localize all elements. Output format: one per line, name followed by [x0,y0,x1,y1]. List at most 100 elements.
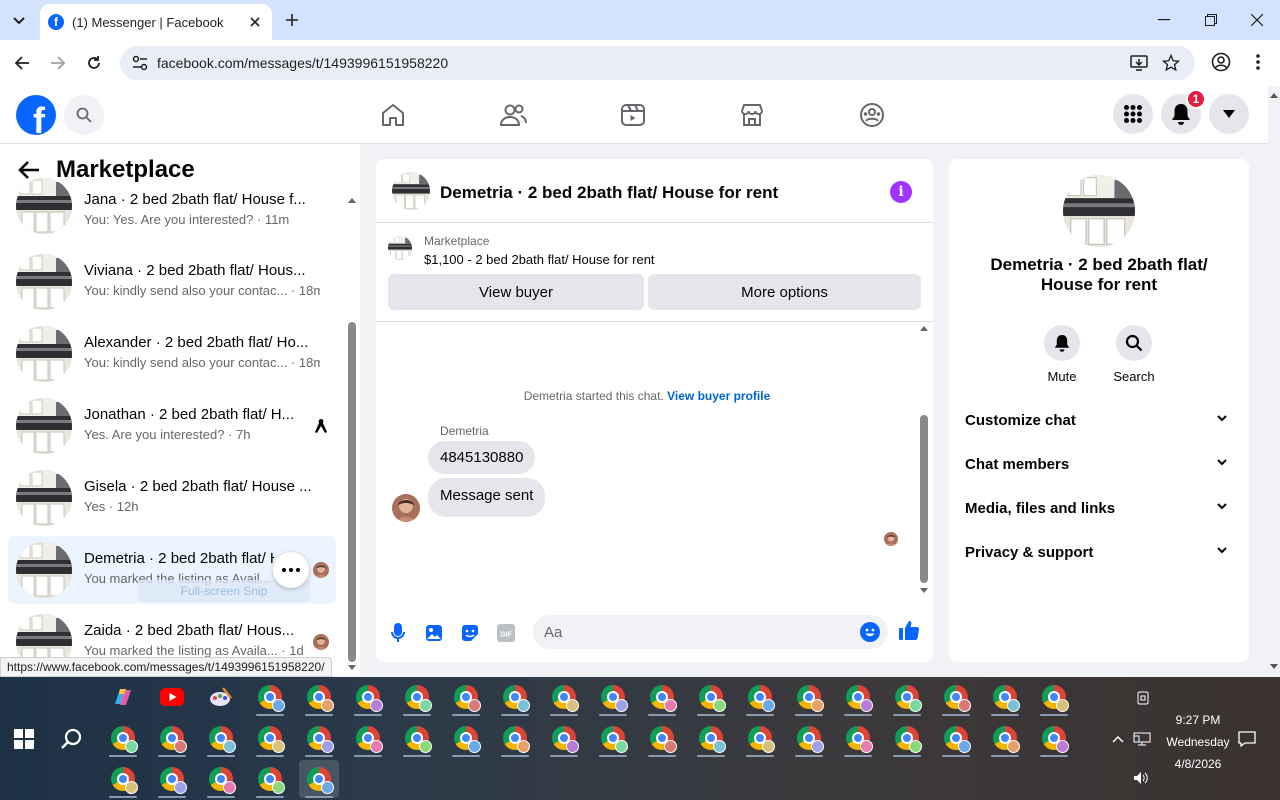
marketplace-nav-button[interactable] [737,100,767,130]
gif-button[interactable]: GIF [495,622,517,644]
chrome-profile-app-icon[interactable] [789,678,829,716]
more-options-button[interactable]: More options [648,274,921,310]
show-hidden-icons-icon[interactable] [1112,735,1124,743]
chrome-profile-app-icon[interactable] [691,678,731,716]
view-buyer-button[interactable]: View buyer [388,274,644,310]
profile-icon[interactable] [1211,52,1231,72]
chrome-profile-app-icon[interactable] [495,678,535,716]
conversation-item-zaida[interactable]: Zaida · 2 bed 2bath flat/ Hous... You ma… [8,608,336,660]
taskbar-clock[interactable]: 9:27 PM Wednesday 4/8/2026 [1148,709,1248,775]
install-app-icon[interactable] [1130,54,1148,72]
reload-button[interactable] [82,51,106,75]
account-button[interactable] [1209,94,1249,134]
chrome-profile-app-icon[interactable] [348,678,388,716]
copilot-app-icon[interactable] [103,678,143,716]
view-buyer-profile-link[interactable]: View buyer profile [667,389,770,403]
browser-menu-icon[interactable] [1250,52,1266,72]
bookmark-star-icon[interactable] [1162,54,1180,72]
chrome-profile-app-icon[interactable] [299,678,339,716]
chrome-profile-app-icon[interactable] [201,760,241,798]
message-bubble[interactable]: 4845130880 [428,441,536,474]
emoji-icon[interactable] [860,622,880,642]
chrome-profile-app-icon[interactable] [250,678,290,716]
sticker-button[interactable] [459,622,481,644]
chrome-profile-app-icon[interactable] [250,760,290,798]
scroll-up-icon[interactable] [919,324,929,332]
volume-icon[interactable] [1133,771,1149,785]
back-button[interactable] [10,51,34,75]
thumbs-up-icon[interactable] [898,619,920,641]
chrome-profile-app-icon[interactable] [446,678,486,716]
taskbar-search-icon[interactable] [60,727,84,751]
home-nav-button[interactable] [378,100,408,130]
page-scrollbar[interactable] [1268,86,1280,676]
chrome-profile-app-icon[interactable] [1034,678,1074,716]
chrome-profile-app-icon[interactable] [838,678,878,716]
address-bar[interactable]: facebook.com/messages/t/1493996151958220 [120,46,1195,80]
conversation-item-jonathan[interactable]: Jonathan · 2 bed 2bath flat/ H... Yes. A… [8,392,336,460]
browser-tab[interactable]: f (1) Messenger | Facebook [40,4,272,40]
info-icon[interactable]: i [890,181,912,203]
restore-button[interactable] [1197,8,1225,32]
site-settings-icon[interactable] [132,55,148,71]
voice-clip-button[interactable] [387,622,409,644]
chrome-profile-app-icon[interactable] [1034,719,1074,757]
conversation-item-gisela[interactable]: Gisela · 2 bed 2bath flat/ House ... Yes… [8,464,336,532]
search-conversation-button[interactable] [1116,325,1152,361]
chrome-profile-app-icon[interactable] [593,678,633,716]
chat-title[interactable]: Demetria · 2 bed 2bath flat/ House for r… [440,183,778,203]
chrome-profile-app-icon[interactable] [201,719,241,757]
scroll-down-icon[interactable] [919,587,929,595]
sender-avatar[interactable] [392,494,420,522]
chrome-profile-app-icon[interactable] [397,678,437,716]
minimize-button[interactable] [1150,8,1178,32]
media-files-links-section[interactable]: Media, files and links [949,487,1249,531]
chrome-profile-app-icon[interactable] [299,760,339,798]
paint-app-icon[interactable] [201,678,241,716]
chrome-profile-app-icon[interactable] [936,678,976,716]
conversation-item-alexander[interactable]: Alexander · 2 bed 2bath flat/ Ho... You:… [8,320,336,388]
forward-button[interactable] [46,51,70,75]
conversation-item-jana[interactable]: Jana · 2 bed 2bath flat/ House f... You:… [8,178,336,246]
back-arrow-icon[interactable] [18,160,40,180]
notification-center-icon[interactable] [1238,731,1256,747]
conversation-options-button[interactable] [273,552,309,588]
chrome-profile-app-icon[interactable] [544,719,584,757]
friends-nav-button[interactable] [498,100,528,130]
mute-button[interactable] [1044,325,1080,361]
windows-start-icon[interactable] [14,729,34,749]
chrome-profile-app-icon[interactable] [103,719,143,757]
chrome-profile-app-icon[interactable] [985,678,1025,716]
search-action[interactable]: Search [1104,325,1164,384]
window-close-button[interactable] [1243,8,1271,32]
chrome-profile-app-icon[interactable] [691,719,731,757]
message-input[interactable]: Aa [533,615,888,649]
facebook-search-button[interactable] [64,95,104,135]
chrome-profile-app-icon[interactable] [887,719,927,757]
facebook-logo[interactable]: f [16,95,56,135]
conversation-item-viviana[interactable]: Viviana · 2 bed 2bath flat/ Hous... You:… [8,248,336,316]
chrome-profile-app-icon[interactable] [985,719,1025,757]
listing-title[interactable]: $1,100 - 2 bed 2bath flat/ House for ren… [424,252,655,267]
chat-scroll-thumb[interactable] [920,415,928,583]
chrome-profile-app-icon[interactable] [495,719,535,757]
chrome-profile-app-icon[interactable] [789,719,829,757]
chrome-profile-app-icon[interactable] [740,678,780,716]
chat-listing-avatar[interactable] [392,172,430,210]
new-tab-button[interactable] [282,10,302,30]
chrome-profile-app-icon[interactable] [642,678,682,716]
chrome-profile-app-icon[interactable] [887,678,927,716]
chrome-profile-app-icon[interactable] [250,719,290,757]
chrome-profile-app-icon[interactable] [299,719,339,757]
chat-members-section[interactable]: Chat members [949,443,1249,487]
mute-action[interactable]: Mute [1032,325,1092,384]
customize-chat-section[interactable]: Customize chat [949,399,1249,443]
tab-close-button[interactable] [246,13,264,31]
attach-photo-button[interactable] [423,622,445,644]
tablet-mode-icon[interactable] [1136,691,1150,705]
groups-nav-button[interactable] [857,100,887,130]
chrome-profile-app-icon[interactable] [397,719,437,757]
menu-grid-button[interactable] [1113,94,1153,134]
chrome-profile-app-icon[interactable] [593,719,633,757]
privacy-support-section[interactable]: Privacy & support [949,531,1249,575]
